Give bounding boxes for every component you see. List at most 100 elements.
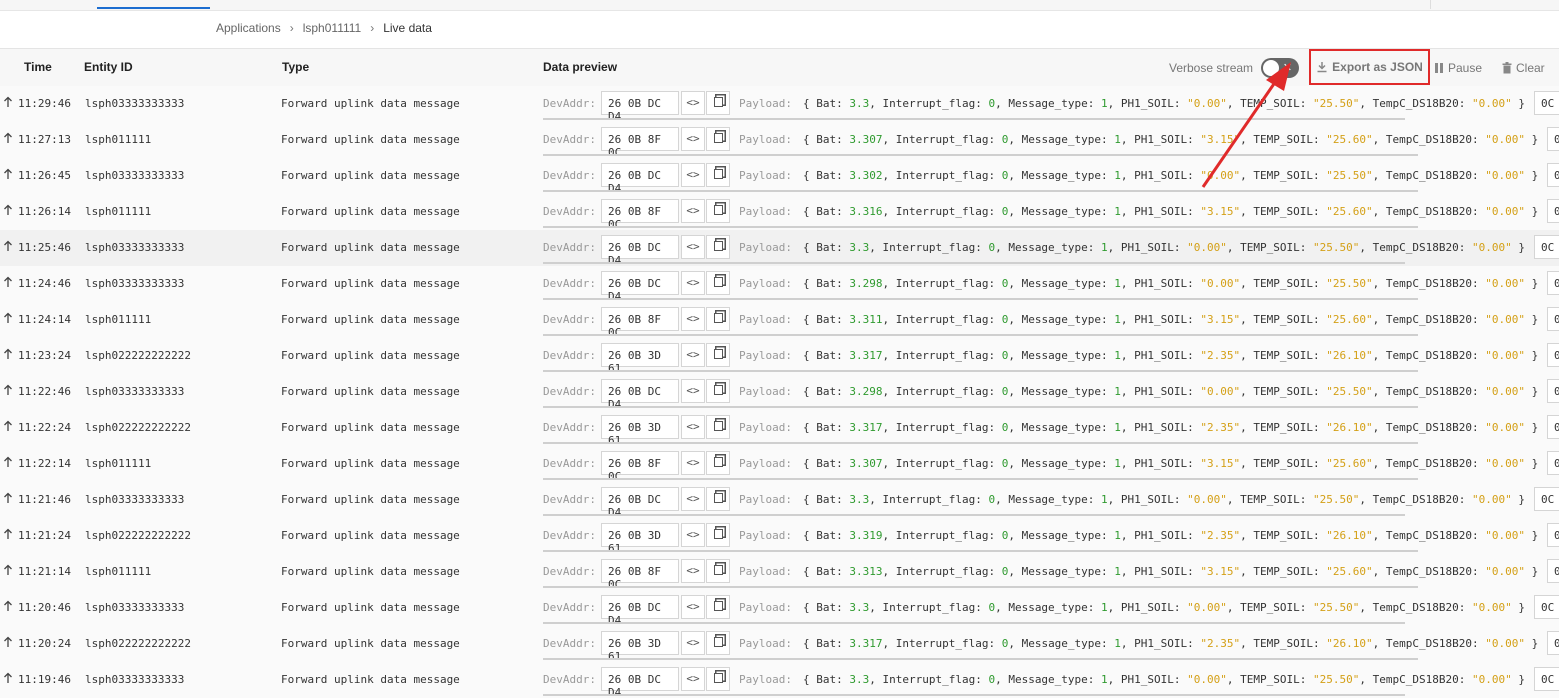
code-toggle-button[interactable]: <> [681,271,705,295]
table-row[interactable]: 11:22:24 lsph022222222222 Forward uplink d… [0,410,1559,447]
row-entity-id[interactable]: lsph011111 [85,565,151,578]
copy-button[interactable] [706,235,730,259]
payload-label: Payload: [739,673,792,686]
header-time: Time [24,60,52,74]
payload-message-type: 1 [1101,241,1108,254]
table-row[interactable]: 11:21:14 lsph011111 Forward uplink data me… [0,554,1559,591]
copy-button[interactable] [706,199,730,223]
copy-button[interactable] [706,307,730,331]
row-type: Forward uplink data message [281,457,460,470]
code-toggle-button[interactable]: <> [681,235,705,259]
code-toggle-button[interactable]: <> [681,487,705,511]
devaddr-label: DevAddr: [543,637,596,650]
raw-payload-value: 0C E4 00 [1534,595,1559,619]
clear-button[interactable]: Clear [1502,61,1545,75]
payload-preview: { Bat: 3.311, Interrupt_flag: 0, Message… [803,313,1539,326]
copy-button[interactable] [706,451,730,475]
row-entity-id[interactable]: lsph03333333333 [85,385,184,398]
copy-button[interactable] [706,487,730,511]
row-entity-id[interactable]: lsph03333333333 [85,169,184,182]
row-entity-id[interactable]: lsph011111 [85,457,151,470]
table-row[interactable]: 11:20:46 lsph03333333333 Forward uplink da… [0,590,1559,627]
payload-interrupt-flag: 0 [1001,205,1009,218]
copy-button[interactable] [706,667,730,691]
copy-button[interactable] [706,559,730,583]
payload-interrupt-flag: 0 [1001,457,1009,470]
code-toggle-button[interactable]: <> [681,91,705,115]
table-row[interactable]: 11:25:46 lsph03333333333 Forward uplink da… [0,230,1559,267]
payload-ph1-soil: "0.00" [1187,97,1227,110]
code-toggle-button[interactable]: <> [681,595,705,619]
table-row[interactable]: 11:19:46 lsph03333333333 Forward uplink da… [0,662,1559,699]
copy-button[interactable] [706,343,730,367]
table-row[interactable]: 11:22:14 lsph011111 Forward uplink data me… [0,446,1559,483]
row-entity-id[interactable]: lsph022222222222 [85,421,191,434]
devaddr-label: DevAddr: [543,421,596,434]
table-row[interactable]: 11:29:46 lsph03333333333 Forward uplink da… [0,86,1559,123]
row-entity-id[interactable]: lsph022222222222 [85,637,191,650]
copy-button[interactable] [706,415,730,439]
raw-payload-value: 0C E2 [1547,379,1559,403]
devaddr-label: DevAddr: [543,277,596,290]
payload-tempc-ds18b20: "0.00" [1485,385,1525,398]
row-entity-id[interactable]: lsph03333333333 [85,673,184,686]
code-toggle-button[interactable]: <> [681,343,705,367]
pause-icon [1434,62,1444,74]
devaddr-value: 26 0B DC D4 [601,235,679,267]
table-row[interactable]: 11:26:45 lsph03333333333 Forward uplink da… [0,158,1559,195]
copy-button[interactable] [706,91,730,115]
code-toggle-button[interactable]: <> [681,307,705,331]
code-toggle-button[interactable]: <> [681,379,705,403]
row-entity-id[interactable]: lsph03333333333 [85,97,184,110]
export-json-button[interactable]: Export as JSON [1316,60,1423,74]
table-row[interactable]: 11:24:46 lsph03333333333 Forward uplink da… [0,266,1559,303]
breadcrumb-applications[interactable]: Applications [216,21,281,35]
table-row[interactable]: 11:20:24 lsph022222222222 Forward uplink d… [0,626,1559,663]
table-row[interactable]: 11:27:13 lsph011111 Forward uplink data me… [0,122,1559,159]
payload-bat: 3.298 [849,385,883,398]
copy-button[interactable] [706,271,730,295]
verbose-stream-toggle[interactable]: ✕ [1261,58,1300,78]
row-entity-id[interactable]: lsph011111 [85,313,151,326]
code-toggle-button[interactable]: <> [681,199,705,223]
copy-button[interactable] [706,523,730,547]
code-toggle-button[interactable]: <> [681,451,705,475]
code-toggle-button[interactable]: <> [681,127,705,151]
row-entity-id[interactable]: lsph03333333333 [85,241,184,254]
row-entity-id[interactable]: lsph022222222222 [85,529,191,542]
devaddr-label: DevAddr: [543,385,596,398]
devaddr-label: DevAddr: [543,169,596,182]
payload-preview: { Bat: 3.316, Interrupt_flag: 0, Message… [803,205,1539,218]
payload-underline [543,370,1418,372]
copy-button[interactable] [706,595,730,619]
code-toggle-button[interactable]: <> [681,559,705,583]
row-type: Forward uplink data message [281,313,460,326]
row-time: 11:29:46 [18,97,71,110]
table-row[interactable]: 11:21:24 lsph022222222222 Forward uplink d… [0,518,1559,555]
code-toggle-button[interactable]: <> [681,631,705,655]
table-row[interactable]: 11:26:14 lsph011111 Forward uplink data me… [0,194,1559,231]
row-time: 11:27:13 [18,133,71,146]
code-toggle-button[interactable]: <> [681,523,705,547]
table-row[interactable]: 11:23:24 lsph022222222222 Forward uplink d… [0,338,1559,375]
row-entity-id[interactable]: lsph011111 [85,205,151,218]
copy-button[interactable] [706,631,730,655]
copy-button[interactable] [706,163,730,187]
breadcrumb-application[interactable]: lsph011111 [303,21,362,35]
arrow-up-icon [3,420,13,432]
pause-button[interactable]: Pause [1434,61,1482,75]
table-row[interactable]: 11:24:14 lsph011111 Forward uplink data me… [0,302,1559,339]
row-time: 11:20:24 [18,637,71,650]
table-row[interactable]: 11:21:46 lsph03333333333 Forward uplink da… [0,482,1559,519]
copy-button[interactable] [706,127,730,151]
copy-button[interactable] [706,379,730,403]
row-entity-id[interactable]: lsph03333333333 [85,493,184,506]
row-entity-id[interactable]: lsph011111 [85,133,151,146]
row-entity-id[interactable]: lsph03333333333 [85,601,184,614]
row-entity-id[interactable]: lsph03333333333 [85,277,184,290]
code-toggle-button[interactable]: <> [681,163,705,187]
code-toggle-button[interactable]: <> [681,667,705,691]
code-toggle-button[interactable]: <> [681,415,705,439]
row-entity-id[interactable]: lsph022222222222 [85,349,191,362]
table-row[interactable]: 11:22:46 lsph03333333333 Forward uplink da… [0,374,1559,411]
